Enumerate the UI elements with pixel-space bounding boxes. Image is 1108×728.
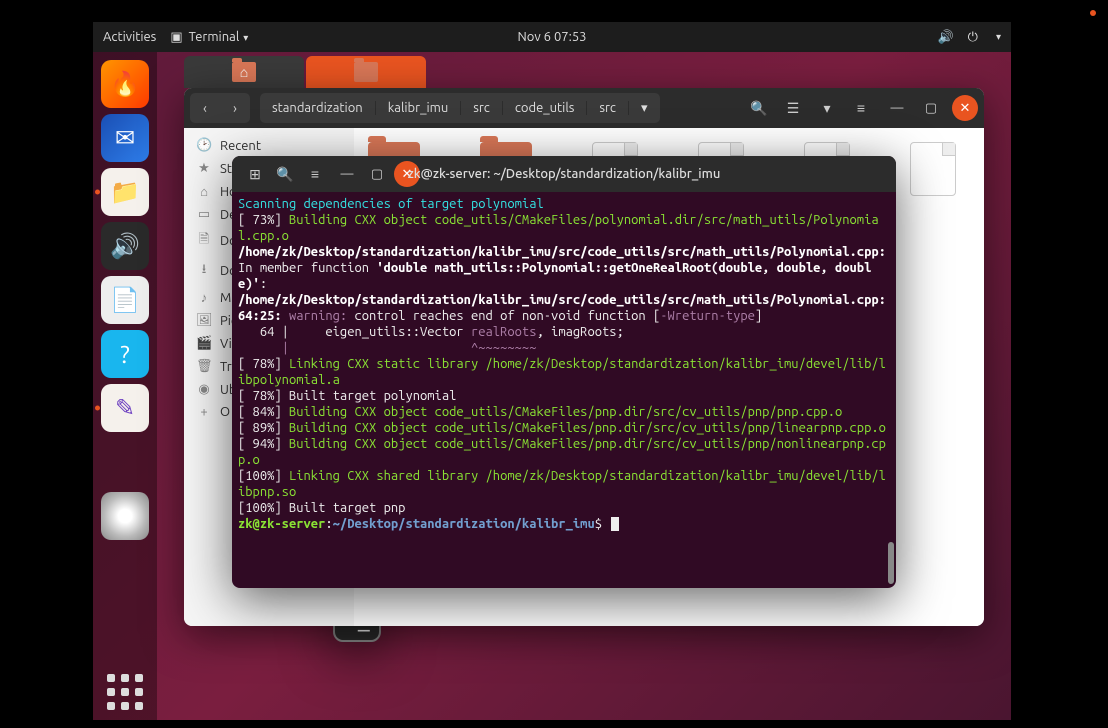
terminal-title: zk@zk-server: ~/Desktop/standardization/… — [408, 167, 721, 181]
dock-libreoffice[interactable]: 📄 — [101, 276, 149, 324]
terminal-headerbar: ⊞ zk@zk-server: ~/Desktop/standardizatio… — [232, 156, 896, 192]
dock-thunderbird[interactable]: ✉ — [101, 114, 149, 162]
notification-dot — [1090, 10, 1096, 16]
breadcrumb-bar: standardization kalibr_imu src code_util… — [260, 93, 660, 123]
breadcrumb-more[interactable]: ▾ — [629, 101, 660, 116]
breadcrumb-item[interactable]: src — [587, 101, 629, 115]
minimize-button[interactable]: — — [334, 161, 360, 187]
activities-button[interactable]: Activities — [103, 30, 156, 44]
nautilus-tab-folder[interactable] — [306, 56, 426, 88]
system-menu-chevron[interactable]: ▾ — [996, 31, 1001, 43]
dock: 🔥 ✉ 📁 🔊 📄 ? ✎ >_ — [93, 52, 157, 728]
maximize-button[interactable]: ▢ — [364, 161, 390, 187]
clock[interactable]: Nov 6 07:53 — [517, 30, 586, 44]
dock-files[interactable]: 📁 — [101, 168, 149, 216]
nautilus-tab-home[interactable] — [184, 56, 304, 88]
nav-forward-button[interactable]: › — [220, 93, 250, 123]
volume-icon[interactable]: 🔊 — [937, 30, 953, 45]
search-icon[interactable]: 🔍 — [270, 159, 300, 189]
hamburger-icon[interactable]: ≡ — [846, 93, 876, 123]
hamburger-icon[interactable]: ≡ — [300, 159, 330, 189]
maximize-button[interactable]: ▢ — [918, 95, 944, 121]
file-icon[interactable] — [910, 142, 956, 196]
breadcrumb-item[interactable]: src — [461, 101, 503, 115]
dock-disc[interactable] — [101, 492, 149, 540]
nautilus-headerbar: ‹ › standardization kalibr_imu src code_… — [184, 88, 984, 128]
dock-rhythmbox[interactable]: 🔊 — [101, 222, 149, 270]
dock-text-editor[interactable]: ✎ — [101, 384, 149, 432]
terminal-scrollbar[interactable] — [888, 192, 894, 584]
nav-back-button[interactable]: ‹ — [190, 93, 220, 123]
dock-help[interactable]: ? — [101, 330, 149, 378]
close-button[interactable]: ✕ — [952, 95, 978, 121]
terminal-window: ⊞ zk@zk-server: ~/Desktop/standardizatio… — [232, 156, 896, 588]
terminal-output[interactable]: Scanning dependencies of target polynomi… — [232, 192, 896, 588]
nautilus-tabstrip — [184, 56, 428, 88]
view-list-icon[interactable]: ☰ — [778, 93, 808, 123]
sidebar-item[interactable]: 🕑Recent — [184, 134, 354, 157]
breadcrumb-item[interactable]: standardization — [260, 101, 376, 115]
dock-firefox[interactable]: 🔥 — [101, 60, 149, 108]
search-icon[interactable]: 🔍 — [744, 93, 774, 123]
app-menu[interactable]: ▣Terminal▾ — [170, 30, 248, 45]
cursor — [611, 517, 619, 531]
gnome-topbar: Activities ▣Terminal▾ Nov 6 07:53 🔊 ⏻ ▾ — [93, 22, 1011, 52]
power-icon[interactable]: ⏻ — [968, 30, 978, 45]
breadcrumb-item[interactable]: code_utils — [503, 101, 588, 115]
view-options-chevron[interactable]: ▾ — [812, 93, 842, 123]
new-tab-button[interactable]: ⊞ — [240, 159, 270, 189]
breadcrumb-item[interactable]: kalibr_imu — [376, 101, 462, 115]
dock-show-apps[interactable] — [101, 668, 149, 716]
minimize-button[interactable]: — — [884, 95, 910, 121]
